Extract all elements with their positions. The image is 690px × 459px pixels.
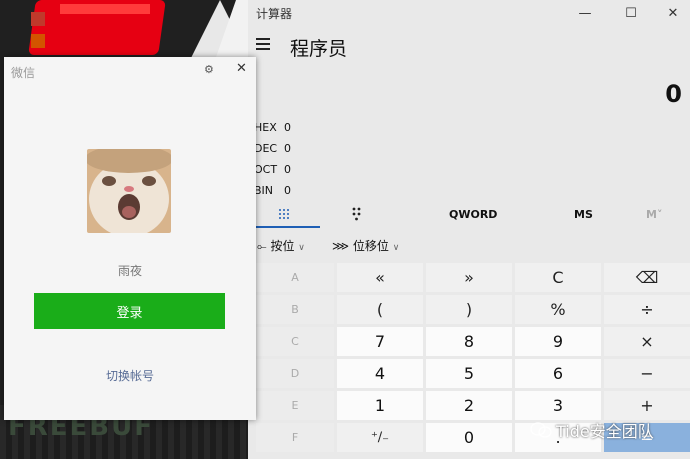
- radix-label: BIN: [254, 184, 274, 197]
- radix-label: HEX: [254, 121, 277, 134]
- window-title: 微信: [11, 66, 36, 80]
- mode-title: 程序员: [290, 38, 348, 60]
- bit-toggle-keypad-icon[interactable]: [352, 207, 362, 221]
- key-d[interactable]: D: [256, 359, 334, 388]
- bit-operations-row: ⟜ 按位 ∨ ⋙ 位移位 ∨: [248, 235, 690, 255]
- full-keypad-icon[interactable]: [278, 208, 290, 220]
- key-multiply[interactable]: ×: [604, 327, 690, 356]
- key-modulo[interactable]: %: [515, 295, 601, 324]
- key-f[interactable]: F: [256, 423, 334, 452]
- calculator-titlebar: 计算器 — ☐ ✕: [248, 0, 690, 26]
- key-e[interactable]: E: [256, 391, 334, 420]
- radix-value: 0: [284, 142, 291, 155]
- key-0[interactable]: 0: [426, 423, 512, 452]
- radix-dec[interactable]: DEC 0: [254, 142, 291, 155]
- keypad-tabs: QWORD MS M˅: [248, 204, 690, 228]
- watermark: Tide安全团队: [530, 418, 654, 442]
- backspace-button[interactable]: ⌫: [604, 263, 690, 292]
- radix-oct[interactable]: OCT 0: [254, 163, 291, 176]
- radix-label: OCT: [254, 163, 278, 176]
- radix-bin[interactable]: BIN 0: [254, 184, 291, 197]
- key-b[interactable]: B: [256, 295, 334, 324]
- redaction-mark: [60, 4, 150, 14]
- chevron-down-icon: ∨: [298, 243, 305, 253]
- key-open-paren[interactable]: (: [337, 295, 423, 324]
- key-a[interactable]: A: [256, 263, 334, 292]
- window-title: 计算器: [256, 7, 293, 21]
- avatar: [87, 149, 171, 233]
- mode-header: 程序员: [248, 30, 690, 62]
- settings-gear-icon[interactable]: ⚙: [204, 63, 214, 76]
- memory-store-button[interactable]: MS: [574, 208, 593, 221]
- maximize-button[interactable]: ☐: [614, 0, 648, 26]
- key-7[interactable]: 7: [337, 327, 423, 356]
- key-5[interactable]: 5: [426, 359, 512, 388]
- result-display: 0: [665, 80, 682, 108]
- bitwise-dropdown[interactable]: ⟜ 按位 ∨: [257, 237, 305, 254]
- watermark-text: Tide安全团队: [556, 422, 654, 441]
- username: 雨夜: [117, 264, 142, 278]
- key-right-shift[interactable]: »: [426, 263, 512, 292]
- bitshift-label: 位移位: [352, 239, 389, 253]
- key-negate[interactable]: ⁺∕₋: [337, 423, 423, 452]
- radix-value: 0: [284, 163, 291, 176]
- wechat-login-window: 微信 ⚙ ✕ 雨夜 登录 切换帐号: [4, 57, 256, 420]
- key-plus[interactable]: +: [604, 391, 690, 420]
- bitshift-icon: ⋙: [332, 239, 350, 253]
- key-2[interactable]: 2: [426, 391, 512, 420]
- key-1[interactable]: 1: [337, 391, 423, 420]
- close-icon[interactable]: ✕: [236, 61, 247, 76]
- key-clear[interactable]: C: [515, 263, 601, 292]
- radix-value: 0: [284, 121, 291, 134]
- word-size-button[interactable]: QWORD: [449, 208, 497, 221]
- active-tab-indicator: [248, 226, 320, 228]
- cat-avatar-image: [87, 149, 171, 233]
- bitshift-dropdown[interactable]: ⋙ 位移位 ∨: [332, 237, 399, 254]
- minimize-button[interactable]: —: [568, 0, 602, 26]
- key-6[interactable]: 6: [515, 359, 601, 388]
- key-left-shift[interactable]: «: [337, 263, 423, 292]
- key-4[interactable]: 4: [337, 359, 423, 388]
- key-close-paren[interactable]: ): [426, 295, 512, 324]
- switch-account-link[interactable]: 切换帐号: [4, 367, 256, 384]
- key-c[interactable]: C: [256, 327, 334, 356]
- key-8[interactable]: 8: [426, 327, 512, 356]
- chevron-down-icon: ∨: [392, 243, 400, 253]
- key-divide[interactable]: ÷: [604, 295, 690, 324]
- close-button[interactable]: ✕: [656, 0, 690, 26]
- memory-view-button[interactable]: M˅: [646, 208, 662, 221]
- login-button[interactable]: 登录: [34, 293, 225, 329]
- bitwise-icon: ⟜: [257, 239, 267, 253]
- radix-label: DEC: [254, 142, 278, 155]
- key-minus[interactable]: −: [604, 359, 690, 388]
- desktop-app-icon[interactable]: [31, 34, 45, 48]
- menu-icon[interactable]: [256, 38, 270, 50]
- key-3[interactable]: 3: [515, 391, 601, 420]
- radix-value: 0: [284, 184, 291, 197]
- desktop-app-icon[interactable]: [31, 12, 45, 26]
- key-9[interactable]: 9: [515, 327, 601, 356]
- radix-hex[interactable]: HEX 0: [254, 121, 291, 134]
- calculator-window: 计算器 — ☐ ✕ 程序员 0 HEX 0 DEC 0 OCT 0 BIN 0 QWOR…: [248, 0, 690, 459]
- bitwise-label: 按位: [270, 239, 295, 253]
- wechat-icon: [530, 422, 552, 438]
